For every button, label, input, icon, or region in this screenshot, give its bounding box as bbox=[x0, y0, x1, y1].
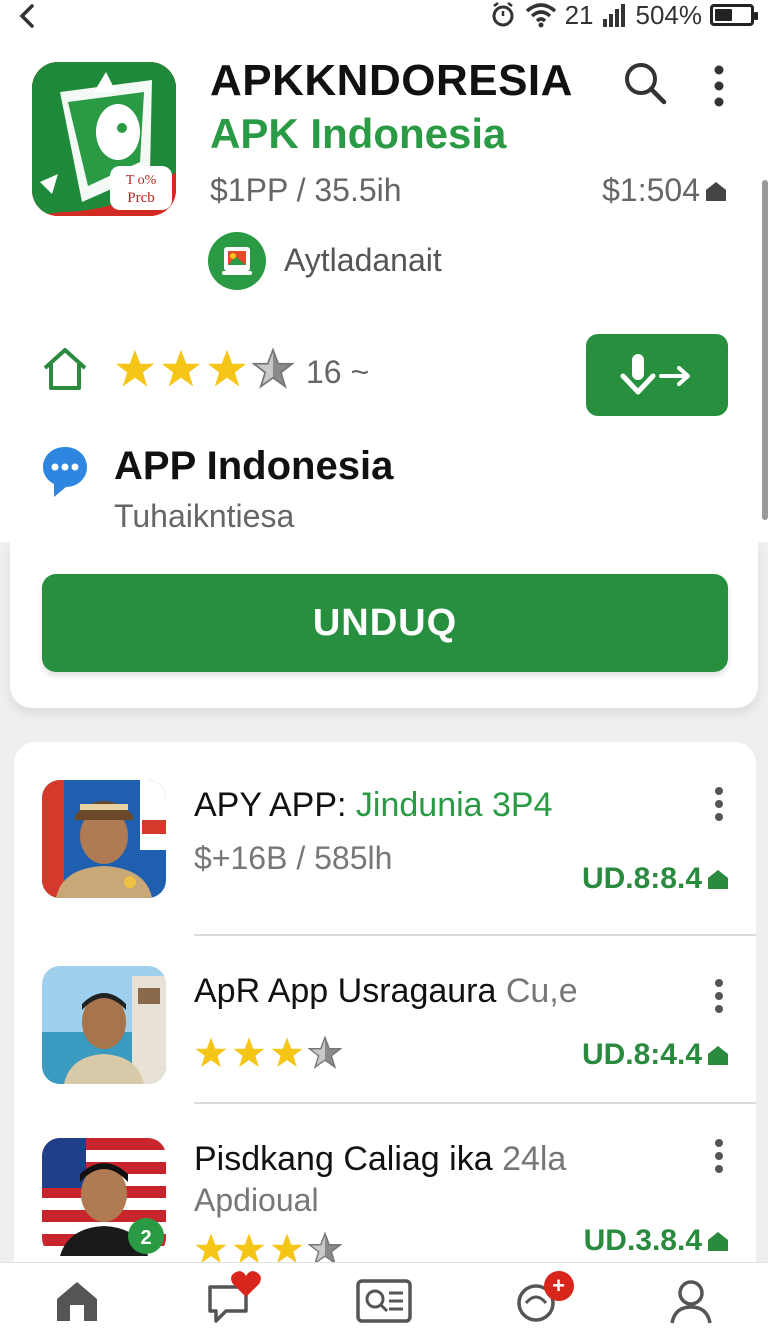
more-vertical-icon[interactable] bbox=[712, 978, 726, 1014]
developer-badge-icon bbox=[208, 232, 266, 290]
chat-bubble-icon bbox=[43, 447, 87, 497]
star-full-icon bbox=[207, 349, 247, 387]
id-card-icon bbox=[356, 1279, 412, 1323]
app-size-info: $1PP / 35.5ih bbox=[210, 172, 402, 208]
heart-icon bbox=[231, 1271, 262, 1297]
download-arrow-icon bbox=[620, 354, 690, 395]
item-price-text: UD.3.8.4 bbox=[583, 1224, 702, 1257]
item-title-muted: Cu,e bbox=[505, 972, 578, 1010]
app-price-info: $1:504 bbox=[602, 172, 728, 209]
item-subtitle: Apdioual bbox=[194, 1182, 319, 1218]
star-full-icon bbox=[195, 1037, 227, 1068]
app-price-text: $1:504 bbox=[602, 172, 700, 208]
star-full-icon bbox=[271, 1233, 303, 1264]
item-price-text: UD.8:8.4 bbox=[581, 862, 702, 895]
wifi-icon bbox=[525, 3, 556, 28]
bottom-navigation: + bbox=[0, 1262, 768, 1344]
list-item[interactable]: ApR App Usragaura Cu,e UD.8:4.4 bbox=[14, 936, 756, 1104]
item-size: $+16B / 585lh bbox=[194, 840, 393, 876]
item-title-main: ApR App Usragaura bbox=[194, 972, 506, 1010]
home-icon bbox=[56, 1282, 97, 1321]
item-price: UD.3.8.4 bbox=[584, 1224, 730, 1258]
status-bar: 21 504% bbox=[0, 0, 768, 34]
house-small-icon bbox=[708, 1046, 728, 1065]
star-full-icon bbox=[233, 1037, 265, 1068]
app-icon[interactable]: T o% Prcb bbox=[32, 62, 176, 216]
home-icon bbox=[43, 348, 87, 390]
install-icon-button[interactable] bbox=[586, 334, 728, 416]
rating-stars bbox=[114, 348, 294, 390]
icon-text-1: T o% bbox=[126, 173, 157, 188]
item-thumbnail bbox=[42, 780, 166, 898]
nav-profile[interactable] bbox=[651, 1277, 731, 1337]
item-thumbnail: 2 bbox=[42, 1138, 166, 1256]
item-title-main: Pisdkang Caliag ika bbox=[194, 1140, 503, 1178]
item-title: ApR App Usragaura Cu,e bbox=[194, 972, 578, 1011]
star-full-icon bbox=[271, 1037, 303, 1068]
star-full-icon bbox=[115, 349, 155, 387]
status-icons: 21 504% bbox=[489, 0, 758, 30]
app-list-card: APY APP: Jindunia 3P4 $+16B / 585lh UD.8… bbox=[14, 742, 756, 1282]
scrollbar[interactable] bbox=[762, 180, 768, 520]
rating-count: 16 ~ bbox=[306, 354, 370, 390]
section-subtitle: Tuhaikntiesa bbox=[114, 498, 295, 534]
nav-id-card[interactable] bbox=[344, 1277, 424, 1337]
list-item[interactable]: APY APP: Jindunia 3P4 $+16B / 585lh UD.8… bbox=[14, 742, 756, 936]
profile-icon bbox=[670, 1280, 712, 1324]
item-title-main: APY APP: bbox=[194, 786, 356, 824]
star-full-icon bbox=[161, 349, 201, 387]
item-price: UD.8:4.4 bbox=[582, 1038, 730, 1072]
nav-notifications[interactable]: + bbox=[498, 1271, 578, 1337]
svg-text:2: 2 bbox=[140, 1227, 151, 1249]
item-price-text: UD.8:4.4 bbox=[581, 1038, 702, 1071]
item-title-accent: Jindunia 3P4 bbox=[355, 786, 553, 824]
developer-name[interactable]: Aytladanait bbox=[284, 242, 442, 279]
item-title: APY APP: Jindunia 3P4 bbox=[194, 786, 553, 825]
item-thumbnail bbox=[42, 966, 166, 1084]
house-small-icon bbox=[708, 870, 728, 889]
house-small-icon bbox=[706, 181, 726, 201]
battery-icon bbox=[710, 4, 758, 26]
item-title-muted: 24la bbox=[502, 1140, 567, 1178]
item-price: UD.8:8.4 bbox=[582, 862, 730, 896]
app-title: APKKNDORESIA bbox=[210, 56, 573, 105]
app-subtitle: APK Indonesia bbox=[210, 110, 507, 157]
star-half-icon bbox=[308, 1036, 342, 1069]
battery-level bbox=[715, 9, 732, 21]
section-title: APP Indonesia bbox=[114, 444, 394, 488]
notification-badge: + bbox=[543, 1271, 574, 1301]
item-title: Pisdkang Caliag ika 24la bbox=[194, 1140, 566, 1179]
nav-messages[interactable] bbox=[190, 1271, 270, 1337]
list-item[interactable]: 2 Pisdkang Caliag ika 24la Apdioual UD.3… bbox=[14, 1104, 756, 1282]
battery-text: 504% bbox=[635, 0, 703, 30]
item-rating-stars bbox=[194, 1232, 342, 1266]
star-full-icon bbox=[233, 1233, 265, 1264]
back-arrow-icon[interactable] bbox=[14, 2, 40, 30]
star-full-icon bbox=[195, 1233, 227, 1264]
search-icon[interactable] bbox=[622, 60, 668, 106]
alarm-icon bbox=[492, 2, 514, 27]
nav-home[interactable] bbox=[37, 1277, 117, 1337]
star-half-icon bbox=[252, 348, 294, 389]
signal-text: 21 bbox=[564, 0, 594, 30]
star-half-icon bbox=[308, 1232, 342, 1265]
house-small-icon bbox=[708, 1232, 728, 1251]
more-vertical-icon[interactable] bbox=[708, 64, 730, 108]
download-button[interactable]: UNDUQ bbox=[42, 574, 728, 672]
signal-bars-icon bbox=[602, 4, 625, 27]
icon-text-2: Prcb bbox=[127, 190, 155, 206]
more-vertical-icon[interactable] bbox=[712, 1138, 726, 1174]
item-rating-stars bbox=[194, 1036, 342, 1070]
more-vertical-icon[interactable] bbox=[712, 786, 726, 822]
